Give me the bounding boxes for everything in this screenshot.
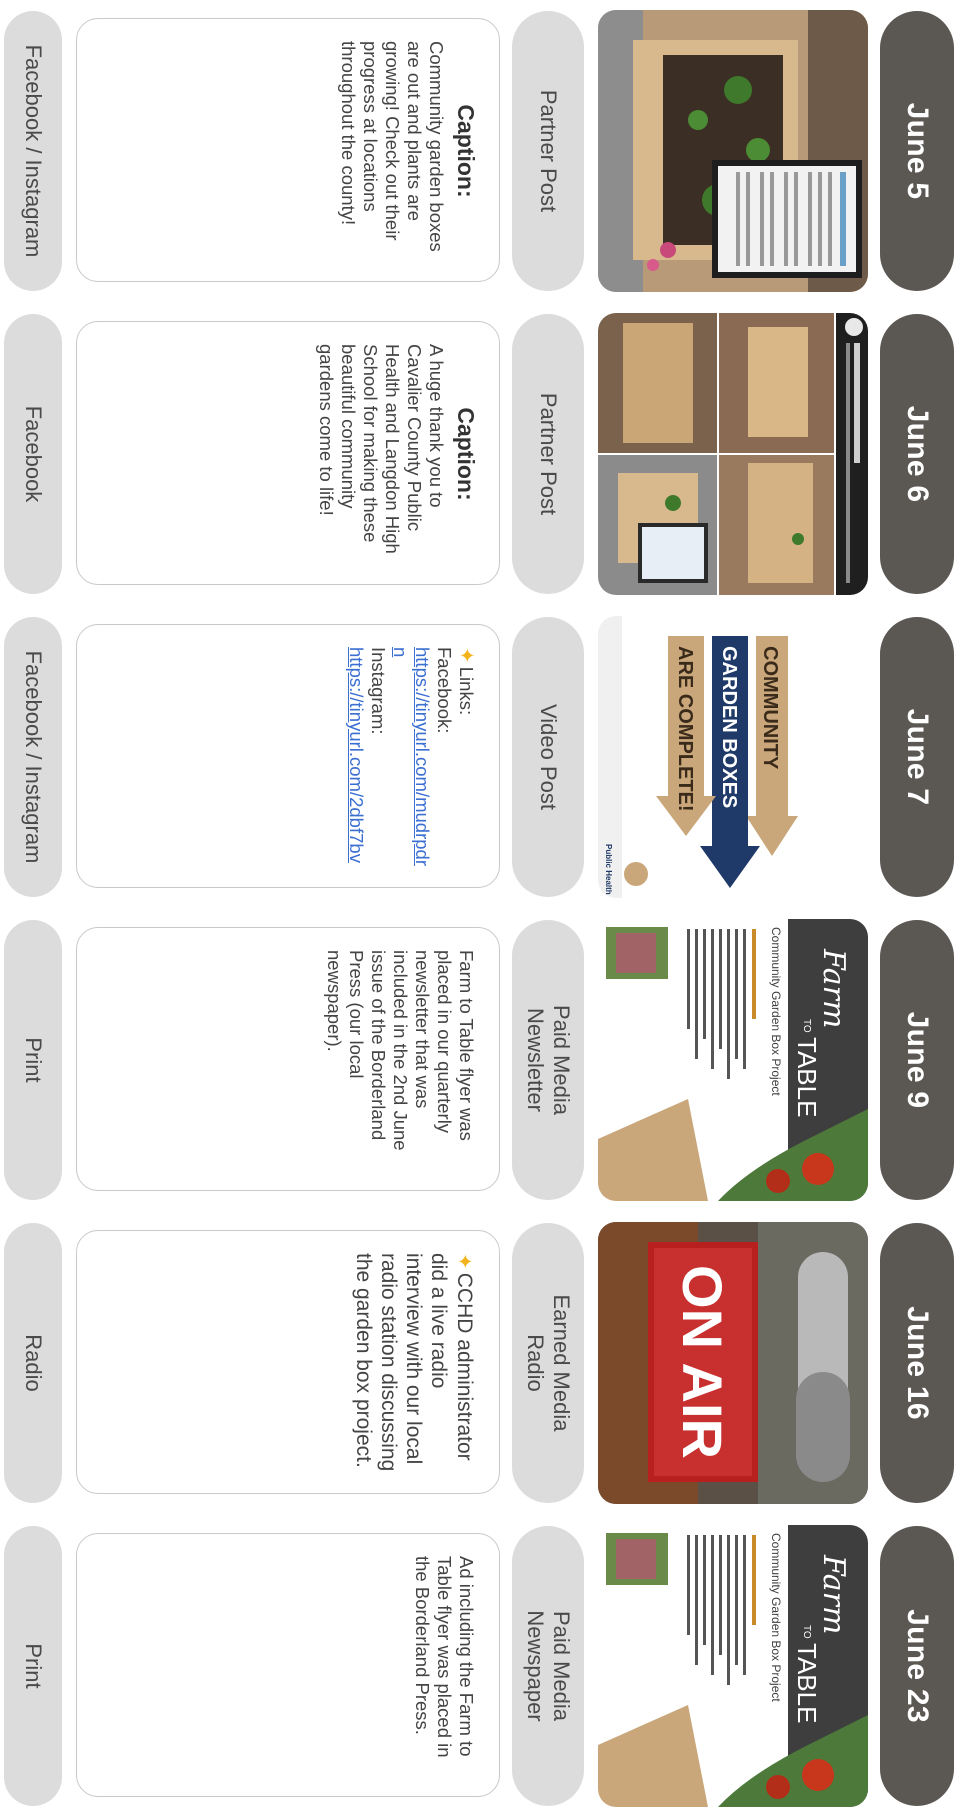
media-calendar: June 5 Partner Post Caption: Community g…	[0, 0, 958, 1818]
post-column-june-6: June 6 Partner Post Caption: A huge than…	[0, 309, 958, 599]
post-type-pill: Partner Post	[512, 11, 584, 291]
post-thumbnail-facebook-collage	[598, 313, 868, 595]
platform-pill: Facebook / Instagram	[4, 11, 62, 291]
caption-text: CCHD administrator did a live radio inte…	[352, 1253, 476, 1472]
thumb-logo-text: Public Health	[604, 844, 613, 895]
post-column-june-16: June 16 ON AIR Earned Media Radio ✦CCHD …	[0, 1218, 958, 1508]
caption-box: Caption: Community garden boxes are out …	[76, 18, 500, 282]
flyer-table: TABLE	[792, 1037, 822, 1117]
instagram-label: Instagram:	[368, 647, 389, 735]
date-pill: June 6	[880, 314, 954, 594]
post-type-sublabel: Newspaper	[523, 1610, 548, 1722]
flyer-script-farm: Farm	[816, 1554, 851, 1634]
platform-pill: Facebook	[4, 314, 62, 594]
on-air-sign: ON AIR	[671, 1265, 734, 1459]
post-type-label: Partner Post	[536, 392, 561, 516]
flyer-script-farm: Farm	[816, 948, 851, 1028]
post-type-label: Video Post	[536, 703, 561, 810]
caption-heading: Caption:	[453, 407, 479, 501]
post-thumbnail-on-air: ON AIR	[598, 1222, 868, 1504]
caption-box: Farm to Table flyer was placed in our qu…	[76, 927, 500, 1191]
post-type-sublabel: Newsletter	[523, 1008, 548, 1112]
post-type-pill: Partner Post	[512, 314, 584, 594]
caption-text: A huge thank you to Cavalier County Publ…	[316, 344, 447, 554]
post-thumbnail-video: COMMUNITY GARDEN BOXES ARE COMPLETE! Pub…	[598, 616, 868, 898]
platform-pill: Print	[4, 920, 62, 1200]
shield-icon	[624, 862, 648, 886]
post-type-pill: Earned Media Radio	[512, 1223, 584, 1503]
caption-box: Caption: A huge thank you to Cavalier Co…	[76, 321, 500, 585]
post-column-june-9: June 9 Farm TO TABLE Community Garden Bo…	[0, 915, 958, 1205]
post-column-june-23: June 23 Farm TO TABLE Community Garden B…	[0, 1521, 958, 1811]
thumb-text-complete: ARE COMPLETE!	[674, 646, 696, 812]
post-thumbnail-garden-box	[598, 10, 868, 292]
post-thumbnail-farm-to-table-flyer: Farm TO TABLE Community Garden Box Proje…	[598, 919, 868, 1201]
post-type-pill: Paid Media Newspaper	[512, 1526, 584, 1806]
date-pill: June 16	[880, 1223, 954, 1503]
instagram-link[interactable]: https://tinyurl.com/2dbf7bv	[345, 647, 367, 867]
facebook-label: Facebook:	[434, 647, 455, 734]
thumb-text-garden-boxes: GARDEN BOXES	[718, 646, 740, 808]
caption-box: Ad including the Farm to Table flyer was…	[76, 1533, 500, 1797]
caption-heading: Caption:	[453, 104, 479, 198]
post-type-pill: Paid Media Newsletter	[512, 920, 584, 1200]
post-type-label: Partner Post	[536, 89, 561, 213]
date-pill: June 23	[880, 1526, 954, 1806]
sparkle-icon: ✦	[455, 647, 477, 664]
platform-pill: Radio	[4, 1223, 62, 1503]
post-type-label: Earned Media	[549, 1294, 574, 1432]
flyer-subtitle: Community Garden Box Project	[769, 927, 783, 1096]
post-type-label: Paid Media	[549, 1610, 574, 1722]
post-type-label: Paid Media	[549, 1004, 574, 1116]
flyer-subtitle: Community Garden Box Project	[769, 1533, 783, 1702]
facebook-link[interactable]: https://tinyurl.com/mudrpdrn	[389, 647, 433, 867]
caption-box: ✦CCHD administrator did a live radio int…	[76, 1230, 500, 1494]
date-pill: June 9	[880, 920, 954, 1200]
date-pill: June 5	[880, 11, 954, 291]
thumb-text-community: COMMUNITY	[759, 646, 781, 770]
post-thumbnail-farm-to-table-ad: Farm TO TABLE Community Garden Box Proje…	[598, 1525, 868, 1807]
flyer-to: TO	[801, 1625, 812, 1639]
flyer-to: TO	[801, 1019, 812, 1033]
platform-pill: Print	[4, 1526, 62, 1806]
sparkle-icon: ✦	[453, 1253, 475, 1270]
date-pill: June 7	[880, 617, 954, 897]
platform-pill: Facebook / Instagram	[4, 617, 62, 897]
post-column-june-5: June 5 Partner Post Caption: Community g…	[0, 6, 958, 296]
post-type-pill: Video Post	[512, 617, 584, 897]
caption-text: Community garden boxes are out and plant…	[338, 41, 447, 252]
caption-box: ✦ Links: Facebook: https://tinyurl.com/mu…	[76, 624, 500, 888]
post-column-june-7: June 7 COMMUNITY GARDEN BOXES ARE COMPLE…	[0, 612, 958, 902]
links-label: Links:	[456, 666, 477, 716]
caption-text: Farm to Table flyer was placed in our qu…	[324, 950, 477, 1151]
caption-text: Ad including the Farm to Table flyer was…	[412, 1556, 477, 1758]
post-type-sublabel: Radio	[523, 1334, 548, 1392]
flyer-table: TABLE	[792, 1643, 822, 1723]
